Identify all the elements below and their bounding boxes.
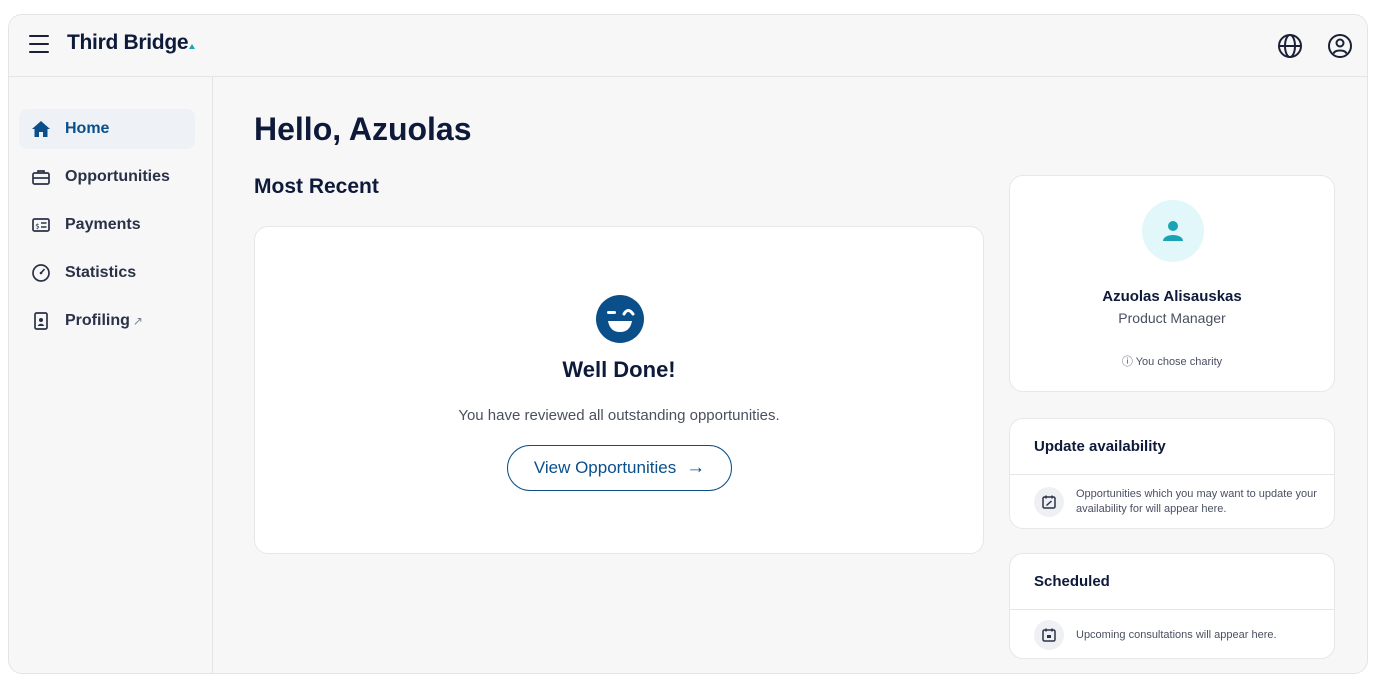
view-opportunities-button[interactable]: View Opportunities → — [507, 445, 732, 491]
empty-state-message: You have reviewed all outstanding opport… — [458, 407, 780, 424]
top-bar: Third Bridge — [9, 15, 1367, 77]
main-content: Hello, Azuolas Most Recent Well Done! Yo… — [213, 77, 1367, 673]
user-circle-icon[interactable] — [1326, 32, 1354, 60]
scheduled-message: Upcoming consultations will appear here. — [1076, 628, 1277, 641]
sidebar: Home Opportunities $ Payments Statistics… — [9, 77, 213, 673]
globe-icon[interactable] — [1276, 32, 1304, 60]
menu-icon[interactable] — [29, 35, 49, 53]
person-icon — [1163, 221, 1183, 241]
sidebar-item-label: Profiling — [65, 312, 130, 329]
external-link-icon: ↗ — [132, 314, 143, 328]
home-icon — [31, 119, 51, 139]
app-window: Third Bridge Home Opportunities $ Paymen… — [8, 14, 1368, 674]
update-availability-title: Update availability — [1010, 419, 1334, 475]
brand-triangle-icon — [189, 44, 196, 49]
profile-doc-icon — [31, 311, 51, 331]
charity-note: ⓘ You chose charity — [1010, 353, 1334, 369]
gauge-icon — [31, 263, 51, 283]
calendar-icon — [1034, 620, 1064, 650]
empty-state-title: Well Done! — [562, 357, 676, 382]
profile-card: Azuolas Alisauskas Product Manager ⓘ You… — [1009, 175, 1335, 392]
update-availability-card: Update availability Opportunities which … — [1009, 418, 1335, 529]
brand-logo[interactable]: Third Bridge — [67, 31, 196, 55]
info-icon: ⓘ — [1121, 356, 1133, 368]
sidebar-item-label: Payments — [65, 216, 141, 233]
avatar[interactable] — [1142, 200, 1204, 262]
sidebar-item-payments[interactable]: $ Payments — [19, 205, 195, 245]
calendar-edit-icon — [1034, 487, 1064, 517]
brand-name: Third Bridge — [67, 31, 189, 54]
wink-face-icon — [595, 294, 645, 344]
section-title: Most Recent — [254, 175, 379, 198]
page-title: Hello, Azuolas — [254, 111, 472, 147]
scheduled-card: Scheduled Upcoming consultations will ap… — [1009, 553, 1335, 659]
profile-role: Product Manager — [1118, 310, 1226, 326]
svg-text:$: $ — [35, 223, 39, 231]
payments-icon: $ — [31, 215, 51, 235]
sidebar-item-home[interactable]: Home — [19, 109, 195, 149]
sidebar-item-label: Statistics — [65, 264, 137, 281]
view-opportunities-label: View Opportunities — [533, 458, 677, 477]
scheduled-title: Scheduled — [1010, 554, 1334, 610]
sidebar-item-label: Opportunities — [65, 168, 170, 185]
update-availability-message: Opportunities which you may want to upda… — [1076, 488, 1317, 515]
sidebar-item-profiling[interactable]: Profiling ↗ — [19, 301, 195, 341]
charity-note-text: You chose charity — [1135, 356, 1223, 368]
profile-name: Azuolas Alisauskas — [1102, 288, 1242, 305]
most-recent-card: Well Done! You have reviewed all outstan… — [254, 226, 984, 554]
sidebar-item-label: Home — [65, 120, 110, 137]
briefcase-icon — [31, 167, 51, 187]
sidebar-item-statistics[interactable]: Statistics — [19, 253, 195, 293]
arrow-right-icon: → — [686, 457, 706, 478]
sidebar-item-opportunities[interactable]: Opportunities — [19, 157, 195, 197]
